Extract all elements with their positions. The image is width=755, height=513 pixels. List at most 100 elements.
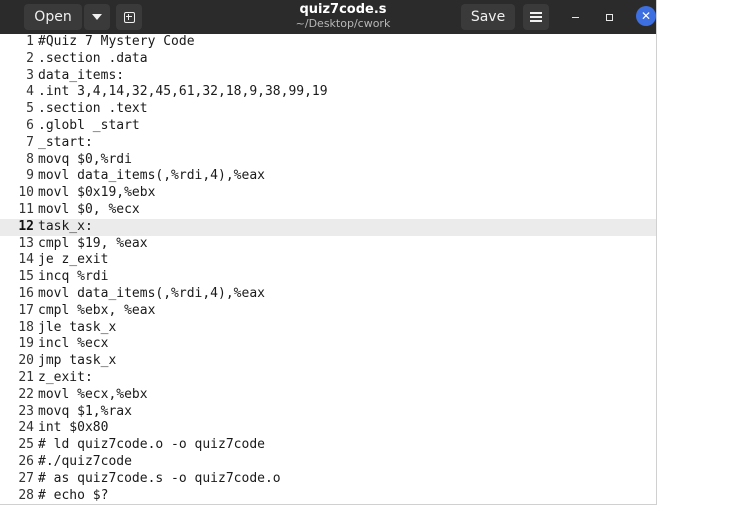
line-text: incl %ecx <box>38 336 109 352</box>
code-line[interactable]: 18 jle task_x <box>0 319 656 337</box>
line-text: #Quiz 7 Mystery Code <box>38 34 195 49</box>
line-number: 27 <box>18 470 34 486</box>
code-editor[interactable]: 1 #Quiz 7 Mystery Code 2 .section .data 3 dat… <box>0 34 656 504</box>
line-number: 20 <box>18 353 34 369</box>
new-tab-button[interactable] <box>116 4 142 30</box>
code-line[interactable]: 28 # echo $? <box>0 487 656 504</box>
code-line[interactable]: 22 movl %ecx,%ebx <box>0 386 656 404</box>
line-number: 13 <box>18 235 34 251</box>
new-tab-icon <box>123 11 135 23</box>
line-number: 28 <box>18 487 34 503</box>
line-number: 16 <box>18 285 34 301</box>
code-line[interactable]: 24 int $0x80 <box>0 420 656 437</box>
window-subtitle: ~/Desktop/cwork <box>295 17 391 30</box>
line-number: 14 <box>18 252 34 268</box>
code-line[interactable]: 17 cmpl %ebx, %eax <box>0 302 656 320</box>
line-text: data_items: <box>38 67 125 83</box>
close-icon: ✕ <box>640 9 652 23</box>
line-number: 19 <box>18 336 34 352</box>
line-number: 21 <box>18 369 34 385</box>
line-number: 2 <box>26 50 34 66</box>
code-line[interactable]: 1 #Quiz 7 Mystery Code <box>0 34 656 51</box>
code-line[interactable]: 27 # as quiz7code.s -o quiz7code.o <box>0 470 656 488</box>
code-line[interactable]: 12 task_x: <box>0 218 656 236</box>
code-line[interactable]: 25 # ld quiz7code.o -o quiz7code <box>0 437 656 454</box>
line-text: task_x: <box>38 218 93 234</box>
minimize-button[interactable] <box>564 6 586 28</box>
code-line[interactable]: 20 jmp task_x <box>0 353 656 370</box>
code-line[interactable]: 13 cmpl $19, %eax <box>0 235 656 253</box>
line-text: cmpl $19, %eax <box>38 235 148 251</box>
line-text: int $0x80 <box>38 420 109 436</box>
window-title-area: quiz7code.s ~/Desktop/cwork <box>240 2 446 30</box>
line-text: incq %rdi <box>38 269 109 285</box>
line-number: 11 <box>18 201 34 217</box>
minimize-icon <box>571 16 579 19</box>
line-text: # ld quiz7code.o -o quiz7code <box>38 437 265 453</box>
open-menu-button[interactable] <box>84 4 110 30</box>
line-number: 18 <box>18 319 34 335</box>
line-text: #./quiz7code <box>38 453 132 469</box>
line-text: # as quiz7code.s -o quiz7code.o <box>38 470 281 486</box>
line-text: movl $0x19,%ebx <box>38 185 156 201</box>
code-line[interactable]: 26 #./quiz7code <box>0 453 656 471</box>
code-line[interactable]: 8 movq $0,%rdi <box>0 151 656 169</box>
line-number: 7 <box>26 134 34 150</box>
main-menu-button[interactable] <box>523 4 549 30</box>
code-line[interactable]: 10 movl $0x19,%ebx <box>0 185 656 202</box>
code-line[interactable]: 5 .section .text <box>0 101 656 118</box>
line-text: movl data_items(,%rdi,4),%eax <box>38 285 265 301</box>
line-text: movl %ecx,%ebx <box>38 386 148 402</box>
line-number: 23 <box>18 403 34 419</box>
line-text: .section .text <box>38 101 148 117</box>
code-line[interactable]: 9 movl data_items(,%rdi,4),%eax <box>0 168 656 185</box>
line-text: jmp task_x <box>38 353 117 369</box>
menu-icon <box>530 10 542 25</box>
line-text: jle task_x <box>38 319 117 335</box>
maximize-button[interactable] <box>598 6 620 28</box>
line-number: 5 <box>26 101 34 117</box>
line-number: 12 <box>18 218 34 234</box>
line-number: 26 <box>18 453 34 469</box>
code-line[interactable]: 21 z_exit: <box>0 369 656 387</box>
code-line[interactable]: 2 .section .data <box>0 50 656 68</box>
code-line[interactable]: 23 movq $1,%rax <box>0 403 656 421</box>
window-title: quiz7code.s <box>299 2 387 17</box>
line-text: z_exit: <box>38 369 93 385</box>
header-bar: Open quiz7code.s ~/Desktop/cwork Save ✕ <box>0 0 656 34</box>
line-number: 15 <box>18 269 34 285</box>
close-button[interactable]: ✕ <box>636 6 656 26</box>
line-text: je z_exit <box>38 252 109 268</box>
code-line[interactable]: 6 .globl _start <box>0 117 656 135</box>
line-text: _start: <box>38 134 93 150</box>
line-number: 4 <box>26 84 34 100</box>
line-text: cmpl %ebx, %eax <box>38 302 156 318</box>
maximize-icon <box>605 14 613 21</box>
code-line[interactable]: 16 movl data_items(,%rdi,4),%eax <box>0 285 656 303</box>
line-number: 8 <box>26 151 34 167</box>
line-number: 3 <box>26 67 34 83</box>
line-text: movl $0, %ecx <box>38 201 140 217</box>
line-text: movq $1,%rax <box>38 403 132 419</box>
line-number: 17 <box>18 302 34 318</box>
line-text: # echo $? <box>38 487 109 503</box>
code-line[interactable]: 7 _start: <box>0 134 656 152</box>
line-text: .section .data <box>38 50 148 66</box>
text-editor-window: Open quiz7code.s ~/Desktop/cwork Save ✕ … <box>0 0 657 505</box>
line-text: .int 3,4,14,32,45,61,32,18,9,38,99,19 <box>38 84 328 100</box>
open-button[interactable]: Open <box>24 4 82 30</box>
code-line[interactable]: 4 .int 3,4,14,32,45,61,32,18,9,38,99,19 <box>0 84 656 101</box>
code-line[interactable]: 11 movl $0, %ecx <box>0 201 656 219</box>
code-line[interactable]: 3 data_items: <box>0 67 656 85</box>
line-number: 10 <box>18 185 34 201</box>
save-button[interactable]: Save <box>461 4 515 30</box>
line-number: 9 <box>26 168 34 184</box>
line-text: movl data_items(,%rdi,4),%eax <box>38 168 265 184</box>
line-number: 25 <box>18 437 34 453</box>
line-text: .globl _start <box>38 117 140 133</box>
line-number: 22 <box>18 386 34 402</box>
chevron-down-icon <box>92 14 102 20</box>
code-line[interactable]: 14 je z_exit <box>0 252 656 269</box>
code-line[interactable]: 19 incl %ecx <box>0 336 656 353</box>
code-line[interactable]: 15 incq %rdi <box>0 269 656 286</box>
